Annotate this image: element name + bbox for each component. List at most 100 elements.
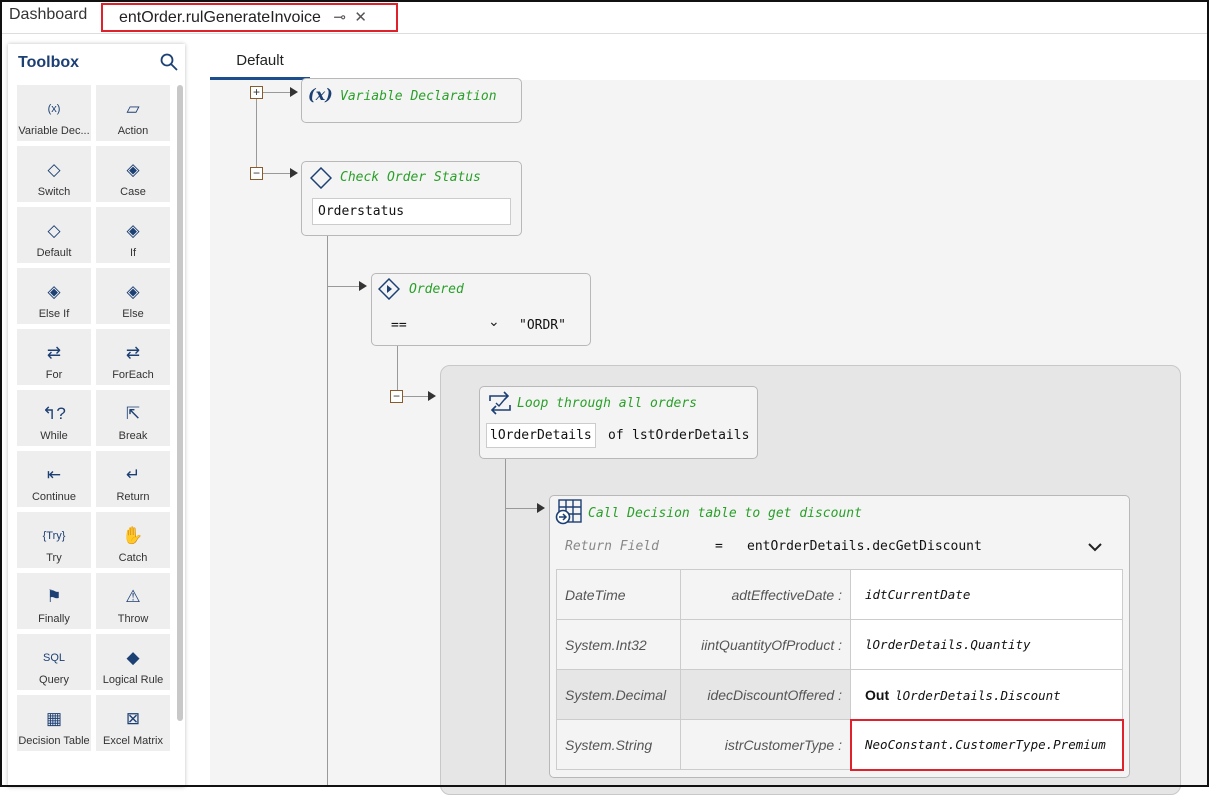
tool-logical-rule[interactable]: ◆ Logical Rule	[96, 634, 170, 690]
return-field-value[interactable]: entOrderDetails.decGetDiscount	[747, 539, 982, 554]
tab-default[interactable]: Default	[210, 52, 310, 80]
tool-throw[interactable]: ⚠ Throw	[96, 573, 170, 629]
tool-label: Excel Matrix	[103, 735, 163, 747]
connector	[262, 173, 292, 174]
tool-action[interactable]: ▱ Action	[96, 85, 170, 141]
tool-label: Default	[36, 247, 72, 259]
param-name: istrCustomerType :	[680, 719, 851, 770]
tool-icon: (x)	[47, 103, 61, 115]
tool-icon: ◆	[126, 648, 140, 667]
param-name: adtEffectiveDate :	[680, 569, 851, 620]
tool-break[interactable]: ⇱ Break	[96, 390, 170, 446]
variable-declaration-node[interactable]: (x) Variable Declaration	[301, 78, 522, 123]
connector	[256, 92, 257, 174]
param-value-text: lOrderDetails.Quantity	[865, 637, 1031, 652]
expand-icon[interactable]: +	[250, 86, 263, 99]
variable-icon: (x)	[308, 85, 333, 104]
tool-try[interactable]: {Try} Try	[17, 512, 91, 568]
tool-switch[interactable]: ◇ Switch	[17, 146, 91, 202]
case-node[interactable]: Ordered == ⌄ "ORDR"	[371, 273, 591, 346]
node-title: Call Decision table to get discount	[588, 506, 862, 521]
toolbox-title: Toolbox	[18, 54, 80, 71]
tool-decision-table[interactable]: ▦ Decision Table	[17, 695, 91, 751]
loop-collection[interactable]: lstOrderDetails	[632, 428, 749, 443]
tool-icon: {Try}	[42, 530, 66, 542]
tool-icon: ✋	[122, 526, 144, 545]
tool-icon: ↰?	[42, 404, 66, 423]
tool-default[interactable]: ◇ Default	[17, 207, 91, 263]
switch-icon	[310, 167, 332, 189]
tool-excel-matrix[interactable]: ⊠ Excel Matrix	[96, 695, 170, 751]
param-type: System.Decimal	[556, 669, 681, 720]
tool-label: Continue	[31, 491, 77, 503]
tool-foreach[interactable]: ⇄ ForEach	[96, 329, 170, 385]
tool-catch[interactable]: ✋ Catch	[96, 512, 170, 568]
tool-query[interactable]: SQL Query	[17, 634, 91, 690]
tab-title: entOrder.rulGenerateInvoice	[119, 9, 321, 26]
tool-icon: ▦	[45, 709, 63, 728]
arrow-icon	[290, 168, 298, 178]
tab-active-rule[interactable]: entOrder.rulGenerateInvoice ⊸ ✕	[101, 3, 398, 32]
case-icon	[378, 278, 400, 300]
highlight-box	[850, 719, 1124, 771]
tool-icon: ⚑	[46, 587, 62, 606]
tool-label: Return	[116, 491, 150, 503]
tab-dashboard[interactable]: Dashboard	[9, 6, 87, 24]
arrow-icon	[428, 391, 436, 401]
tool-icon: ◈	[126, 282, 140, 301]
collapse-icon[interactable]: −	[390, 390, 403, 403]
connector	[505, 508, 538, 509]
tool-icon: ⊠	[125, 709, 141, 728]
arrow-icon	[359, 281, 367, 291]
tool-case[interactable]: ◈ Case	[96, 146, 170, 202]
tool-finally[interactable]: ⚑ Finally	[17, 573, 91, 629]
tool-label: Variable Dec...	[18, 125, 90, 137]
equals-label: =	[715, 539, 723, 554]
tool-icon: ⇱	[125, 404, 141, 423]
tool-label: Catch	[118, 552, 148, 564]
tool-label: If	[129, 247, 137, 259]
operator-select[interactable]: ==	[391, 318, 407, 333]
tool-label: ForEach	[112, 369, 154, 381]
param-name: iintQuantityOfProduct :	[680, 619, 851, 670]
tool-return[interactable]: ↵ Return	[96, 451, 170, 507]
foreach-node[interactable]: Loop through all orders lOrderDetails of…	[479, 386, 758, 459]
tool-label: Action	[117, 125, 149, 137]
tool-label: Try	[46, 552, 62, 564]
of-label: of	[608, 428, 624, 443]
toolbox-scrollbar[interactable]	[177, 85, 183, 721]
tool-icon: ◇	[47, 221, 61, 240]
tool-for[interactable]: ⇄ For	[17, 329, 91, 385]
tool-while[interactable]: ↰? While	[17, 390, 91, 446]
tool-label: Else	[122, 308, 144, 320]
tool-icon: ◈	[126, 221, 140, 240]
close-icon[interactable]: ✕	[354, 9, 367, 26]
param-value-text: idtCurrentDate	[865, 587, 971, 602]
switch-node[interactable]: Check Order Status Orderstatus	[301, 161, 522, 236]
chevron-down-icon[interactable]	[1087, 542, 1103, 552]
collapse-icon[interactable]: −	[250, 167, 263, 180]
case-value[interactable]: "ORDR"	[519, 318, 566, 333]
tool-else-if[interactable]: ◈ Else If	[17, 268, 91, 324]
tool-icon: ◈	[126, 160, 140, 179]
tool-else[interactable]: ◈ Else	[96, 268, 170, 324]
pin-icon[interactable]: ⊸	[333, 9, 346, 26]
node-title: Loop through all orders	[517, 396, 698, 411]
search-icon[interactable]	[160, 53, 178, 71]
tool-icon: ⇄	[46, 343, 62, 362]
switch-expression-input[interactable]: Orderstatus	[312, 198, 511, 225]
tool-if[interactable]: ◈ If	[96, 207, 170, 263]
foreach-icon	[489, 391, 511, 415]
tool-label: Decision Table	[18, 735, 90, 747]
chevron-down-icon[interactable]: ⌄	[488, 313, 500, 330]
loop-item-input[interactable]: lOrderDetails	[486, 423, 596, 448]
connector	[262, 92, 292, 93]
tab-bar: Dashboard entOrder.rulGenerateInvoice ⊸ …	[0, 0, 1209, 34]
param-value[interactable]: lOrderDetails.Quantity	[850, 619, 1123, 670]
tool-continue[interactable]: ⇤ Continue	[17, 451, 91, 507]
node-title: Ordered	[409, 282, 464, 297]
tool-variable-dec[interactable]: (x) Variable Dec...	[17, 85, 91, 141]
param-value[interactable]: idtCurrentDate	[850, 569, 1123, 620]
node-title: Variable Declaration	[340, 89, 497, 104]
param-value[interactable]: Out lOrderDetails.Discount	[850, 669, 1123, 720]
